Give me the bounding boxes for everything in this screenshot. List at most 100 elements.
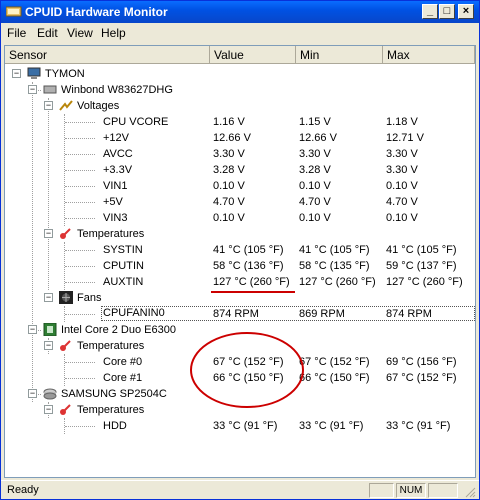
group-label: Temperatures [77,340,145,352]
sensor-row[interactable]: SYSTIN 41 °C (105 °F) 41 °C (105 °F) 41 … [5,242,475,258]
column-header-sensor[interactable]: Sensor [5,46,210,64]
sensor-name: VIN3 [103,212,128,224]
column-header-value[interactable]: Value [210,46,296,64]
sensor-name: CPU VCORE [103,116,169,128]
cpu-name: Intel Core 2 Duo E6300 [61,324,176,336]
tree-row-chip[interactable]: − Winbond W83627DHG [5,82,475,98]
sensor-name: Core #0 [103,356,143,368]
sensor-min: 127 °C (260 °F) [299,276,376,288]
sensor-name: VIN1 [103,180,128,192]
sensor-max: 59 °C (137 °F) [386,260,457,272]
sensor-min: 3.30 V [299,148,331,160]
collapse-icon[interactable]: − [28,389,37,398]
collapse-icon[interactable]: − [44,229,53,238]
sensor-max: 3.30 V [386,148,418,160]
tree-row-computer[interactable]: − TYMON [5,66,475,82]
chip-name: Winbond W83627DHG [61,84,173,96]
title-bar[interactable]: CPUID Hardware Monitor _ □ × [1,1,479,23]
collapse-icon[interactable]: − [44,341,53,350]
sensor-name: Core #1 [103,372,143,384]
group-label: Voltages [77,100,120,112]
sensor-row[interactable]: +12V 12.66 V 12.66 V 12.71 V [5,130,475,146]
computer-name: TYMON [45,68,85,80]
menu-bar: File Edit View Help [1,23,479,43]
sensor-value: 33 °C (91 °F) [213,420,278,432]
sensor-row[interactable]: AVCC 3.30 V 3.30 V 3.30 V [5,146,475,162]
thermometer-icon [60,340,71,351]
red-circle-annotation [190,332,304,408]
sensor-max: 69 °C (156 °F) [386,356,457,368]
sensor-max: 4.70 V [386,196,418,208]
collapse-icon[interactable]: − [28,325,37,334]
status-panel [428,483,458,498]
sensor-row[interactable]: AUXTIN 127 °C (260 °F) 127 °C (260 °F) 1… [5,274,475,290]
sensor-row[interactable]: CPUTIN 58 °C (136 °F) 58 °C (135 °F) 59 … [5,258,475,274]
red-underline-annotation [211,291,295,293]
sensor-value: 127 °C (260 °F) [213,276,290,288]
sensor-value: 1.16 V [213,116,245,128]
tree-row-voltages-group[interactable]: − Voltages [5,98,475,114]
collapse-icon[interactable]: − [44,101,53,110]
sensor-name: AUXTIN [103,276,144,288]
collapse-icon[interactable]: − [44,293,53,302]
thermometer-icon [60,228,71,239]
sensor-min: 0.10 V [299,212,331,224]
app-logo-icon [6,6,22,17]
sensor-min: 67 °C (152 °F) [299,356,370,368]
group-label: Temperatures [77,228,145,240]
sensor-min: 58 °C (135 °F) [299,260,370,272]
status-panel [369,483,394,498]
menu-help[interactable]: Help [101,26,126,40]
column-header-min[interactable]: Min [296,46,383,64]
window-title: CPUID Hardware Monitor [25,5,168,19]
sensor-max: 41 °C (105 °F) [386,244,457,256]
menu-file[interactable]: File [7,26,26,40]
resize-grip-icon[interactable] [463,485,476,498]
sensor-max: 33 °C (91 °F) [386,420,451,432]
close-button[interactable]: × [458,4,474,19]
sensor-value: 4.70 V [213,196,245,208]
sensor-max: 1.18 V [386,116,418,128]
sensor-row[interactable]: VIN3 0.10 V 0.10 V 0.10 V [5,210,475,226]
computer-icon [27,67,41,79]
sensor-row[interactable]: VIN1 0.10 V 0.10 V 0.10 V [5,178,475,194]
sensor-name: CPUTIN [103,260,144,272]
collapse-icon[interactable]: − [28,85,37,94]
menu-edit[interactable]: Edit [37,26,58,40]
menu-view[interactable]: View [67,26,93,40]
sensor-row[interactable]: +5V 4.70 V 4.70 V 4.70 V [5,194,475,210]
minimize-button[interactable]: _ [422,4,438,19]
sensor-row[interactable]: CPUFANIN0 874 RPM 869 RPM 874 RPM [5,306,475,322]
sensor-row[interactable]: HDD 33 °C (91 °F) 33 °C (91 °F) 33 °C (9… [5,418,475,434]
sensor-value: 41 °C (105 °F) [213,244,284,256]
sensor-row[interactable]: CPU VCORE 1.16 V 1.15 V 1.18 V [5,114,475,130]
sensor-min: 41 °C (105 °F) [299,244,370,256]
fan-icon [59,291,73,304]
sensor-max: 0.10 V [386,212,418,224]
sensor-name: HDD [103,420,127,432]
group-label: Temperatures [77,404,145,416]
sensor-min: 12.66 V [299,132,337,144]
cpu-icon [43,323,57,336]
tree-row-temperatures-group[interactable]: − Temperatures [5,226,475,242]
maximize-button[interactable]: □ [439,4,455,19]
sensor-name: CPUFANIN0 [103,307,165,319]
sensor-min: 33 °C (91 °F) [299,420,364,432]
sensor-max: 0.10 V [386,180,418,192]
sensor-name: +5V [103,196,123,208]
sensor-value: 0.10 V [213,212,245,224]
app-window: CPUID Hardware Monitor _ □ × File Edit V… [0,0,480,500]
collapse-icon[interactable]: − [12,69,21,78]
sensor-value: 3.28 V [213,164,245,176]
sensor-max: 874 RPM [386,308,432,320]
sensor-max: 67 °C (152 °F) [386,372,457,384]
sensor-max: 3.30 V [386,164,418,176]
sensor-tree-list[interactable]: Sensor Value Min Max − TYMON − Winbond W… [4,45,476,478]
column-header-max[interactable]: Max [383,46,475,64]
sensor-row[interactable]: +3.3V 3.28 V 3.28 V 3.30 V [5,162,475,178]
sensor-min: 869 RPM [299,308,345,320]
sensor-max: 12.71 V [386,132,424,144]
sensor-name: +3.3V [103,164,133,176]
collapse-icon[interactable]: − [44,405,53,414]
sensor-max: 127 °C (260 °F) [386,276,463,288]
